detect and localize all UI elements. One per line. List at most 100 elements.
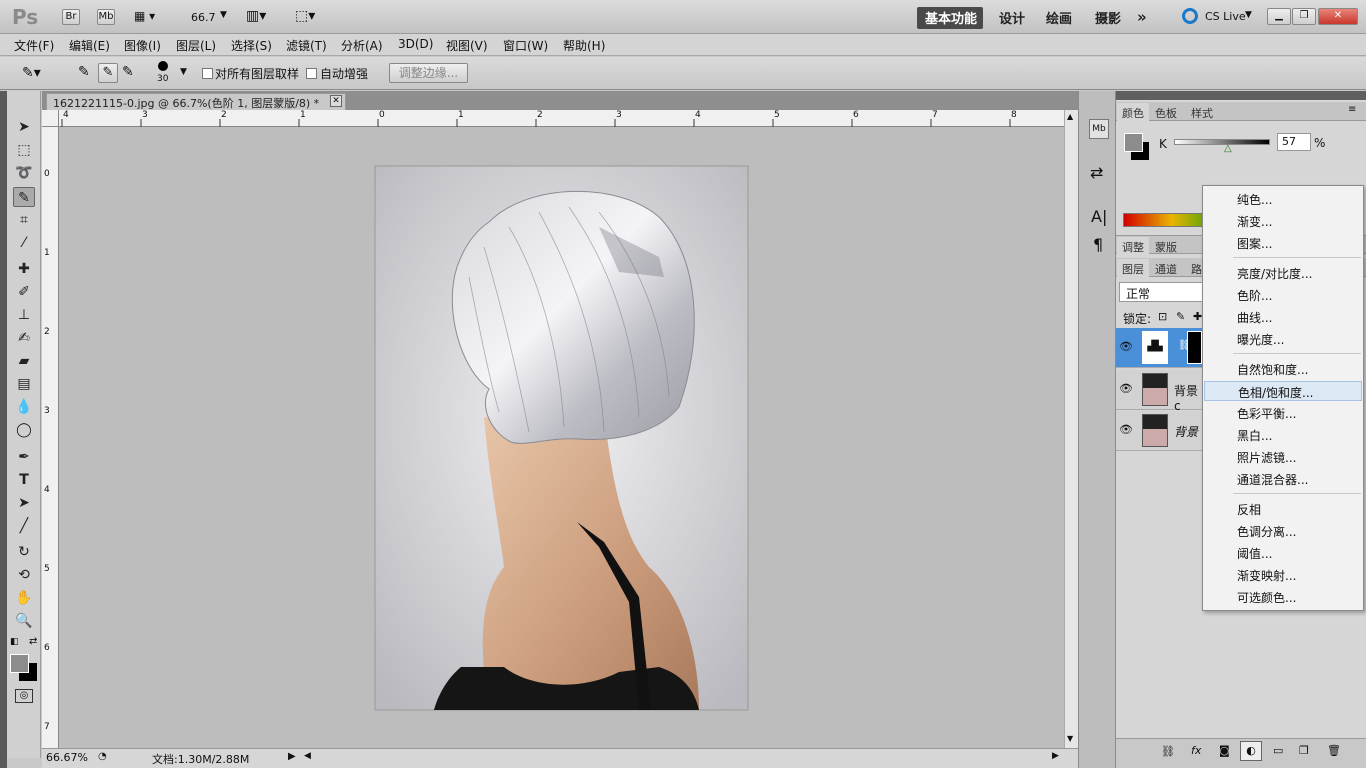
visibility-eye-icon[interactable]: 👁 <box>1119 382 1133 396</box>
brush-picker-dropdown-icon[interactable]: ▼ <box>180 67 187 77</box>
menu-image[interactable]: 图像(I) <box>124 37 161 54</box>
3d-rotate-tool-icon[interactable]: ↻ <box>13 542 35 562</box>
menu-item-black-white[interactable]: 黑白... <box>1204 425 1362 445</box>
paragraph-panel-icon[interactable]: ¶ <box>1093 235 1103 254</box>
refine-edge-button[interactable]: 调整边缘... <box>389 63 468 83</box>
menu-filter[interactable]: 滤镜(T) <box>286 37 327 54</box>
menu-view[interactable]: 视图(V) <box>446 37 488 54</box>
menu-select[interactable]: 选择(S) <box>231 37 272 54</box>
menu-item-levels[interactable]: 色阶... <box>1204 285 1362 305</box>
lock-image-icon[interactable]: ✎ <box>1176 310 1185 323</box>
status-menu-arrow-icon[interactable]: ▶ <box>288 751 296 762</box>
menu-file[interactable]: 文件(F) <box>14 37 54 54</box>
mini-bridge-panel-icon[interactable]: Mb <box>1089 119 1109 139</box>
type-tool-icon[interactable]: T <box>13 470 35 490</box>
foreground-color-swatch[interactable] <box>10 654 29 673</box>
view-extras-icon[interactable]: ▦ ▾ <box>134 9 164 25</box>
menu-item-vibrance[interactable]: 自然饱和度... <box>1204 359 1362 379</box>
tab-color[interactable]: 颜色 <box>1117 103 1149 123</box>
menu-window[interactable]: 窗口(W) <box>503 37 548 54</box>
menu-help[interactable]: 帮助(H) <box>563 37 605 54</box>
marquee-tool-icon[interactable]: ⬚ <box>13 140 35 160</box>
menu-item-gradient[interactable]: 渐变... <box>1204 211 1362 231</box>
menu-item-solid-color[interactable]: 纯色... <box>1204 189 1362 209</box>
zoom-tool-icon[interactable]: 🔍 <box>13 611 35 631</box>
healing-brush-tool-icon[interactable]: ✚ <box>13 259 35 279</box>
menu-item-photo-filter[interactable]: 照片滤镜... <box>1204 447 1362 467</box>
menu-item-curves[interactable]: 曲线... <box>1204 307 1362 327</box>
scroll-right-icon[interactable]: ▶ <box>1052 751 1059 761</box>
tab-channels[interactable]: 通道 <box>1150 259 1182 279</box>
menu-analysis[interactable]: 分析(A) <box>341 37 383 54</box>
k-slider-track[interactable] <box>1174 139 1270 145</box>
mini-bridge-button[interactable]: Mb <box>97 9 115 25</box>
tab-adjustments[interactable]: 调整 <box>1117 237 1149 257</box>
document-canvas[interactable] <box>59 127 1064 748</box>
workspace-painting[interactable]: 绘画 <box>1046 8 1072 27</box>
menu-item-posterize[interactable]: 色调分离... <box>1204 521 1362 541</box>
more-workspaces-icon[interactable]: » <box>1137 8 1147 26</box>
menu-edit[interactable]: 编辑(E) <box>69 37 110 54</box>
blend-mode-select[interactable]: 正常 <box>1119 282 1203 302</box>
3d-orbit-tool-icon[interactable]: ⟲ <box>13 565 35 585</box>
lock-transparent-icon[interactable]: ⊡ <box>1158 310 1167 323</box>
lasso-tool-icon[interactable]: ➰ <box>13 163 35 183</box>
vertical-scrollbar[interactable]: ▲ ▼ <box>1064 110 1078 748</box>
delete-layer-icon[interactable]: 🗑 <box>1327 744 1341 757</box>
close-button[interactable]: ✕ <box>1318 8 1358 25</box>
swap-colors-icon[interactable]: ⇄ <box>29 636 37 647</box>
arrange-documents-icon[interactable]: ▥▾ <box>246 8 266 24</box>
crop-tool-icon[interactable]: ⌗ <box>13 210 35 230</box>
menu-item-pattern[interactable]: 图案... <box>1204 233 1362 253</box>
layer-style-icon[interactable]: fx <box>1191 744 1201 757</box>
link-layers-icon[interactable]: ⛓ <box>1161 745 1175 758</box>
visibility-eye-icon[interactable]: 👁 <box>1119 340 1133 354</box>
bridge-button[interactable]: Br <box>62 9 80 25</box>
subtract-selection-icon[interactable]: ✎ <box>122 64 134 80</box>
tab-styles[interactable]: 样式 <box>1186 103 1218 123</box>
character-panel-icon[interactable]: A| <box>1091 207 1107 226</box>
move-tool-icon[interactable]: ➤ <box>13 117 35 137</box>
panel-foreground-swatch[interactable] <box>1124 133 1143 152</box>
history-panel-icon[interactable]: ⇄ <box>1090 163 1103 182</box>
add-mask-icon[interactable]: ◙ <box>1219 744 1230 757</box>
workspace-essentials[interactable]: 基本功能 <box>925 8 977 27</box>
scroll-down-icon[interactable]: ▼ <box>1067 734 1073 743</box>
menu-item-selective-color[interactable]: 可选颜色... <box>1204 587 1362 607</box>
default-colors-icon[interactable]: ◧ <box>10 637 19 647</box>
cslive-icon[interactable] <box>1182 8 1198 24</box>
layer-row-background-copy[interactable]: 👁 背景 c <box>1116 370 1202 413</box>
menu-item-threshold[interactable]: 阈值... <box>1204 543 1362 563</box>
gradient-tool-icon[interactable]: ▤ <box>13 374 35 394</box>
ruler-origin[interactable] <box>42 110 59 127</box>
tab-layers[interactable]: 图层 <box>1117 259 1149 279</box>
menu-item-gradient-map[interactable]: 渐变映射... <box>1204 565 1362 585</box>
dodge-tool-icon[interactable]: ◯ <box>13 420 35 440</box>
menu-3d[interactable]: 3D(D) <box>398 37 433 51</box>
new-layer-icon[interactable]: ❐ <box>1299 744 1309 757</box>
photo-artwork[interactable] <box>59 127 1064 748</box>
menu-item-color-balance[interactable]: 色彩平衡... <box>1204 403 1362 423</box>
eyedropper-tool-icon[interactable]: ⁄ <box>13 233 35 253</box>
layer-mask-thumbnail[interactable] <box>1187 331 1202 364</box>
workspace-photography[interactable]: 摄影 <box>1095 8 1121 27</box>
menu-item-hue-saturation[interactable]: 色相/饱和度... <box>1204 381 1362 401</box>
history-brush-tool-icon[interactable]: ✍ <box>13 328 35 348</box>
k-value-input[interactable]: 57 <box>1277 133 1311 151</box>
document-tab[interactable]: 1621221115-0.jpg @ 66.7%(色阶 1, 图层蒙版/8) * <box>46 93 346 110</box>
zoom-dropdown-icon[interactable]: ▼ <box>220 10 227 20</box>
tab-masks[interactable]: 蒙版 <box>1150 237 1182 257</box>
k-slider-handle[interactable]: △ <box>1224 143 1232 154</box>
lock-position-icon[interactable]: ✚ <box>1193 310 1202 323</box>
menu-item-exposure[interactable]: 曝光度... <box>1204 329 1362 349</box>
auto-enhance-checkbox[interactable] <box>306 68 317 79</box>
blur-tool-icon[interactable]: 💧 <box>13 397 35 417</box>
menu-layer[interactable]: 图层(L) <box>176 37 216 54</box>
zoom-percentage[interactable]: 66.67% <box>46 751 88 764</box>
menu-item-brightness-contrast[interactable]: 亮度/对比度... <box>1204 263 1362 283</box>
quick-selection-tool-icon[interactable]: ✎ <box>13 187 35 207</box>
minimize-button[interactable]: ▁ <box>1267 8 1291 25</box>
zoom-level[interactable]: 66.7 <box>191 11 216 24</box>
clone-stamp-tool-icon[interactable]: ⊥ <box>13 305 35 325</box>
tool-preset-picker-icon[interactable]: ✎▾ <box>22 65 41 81</box>
